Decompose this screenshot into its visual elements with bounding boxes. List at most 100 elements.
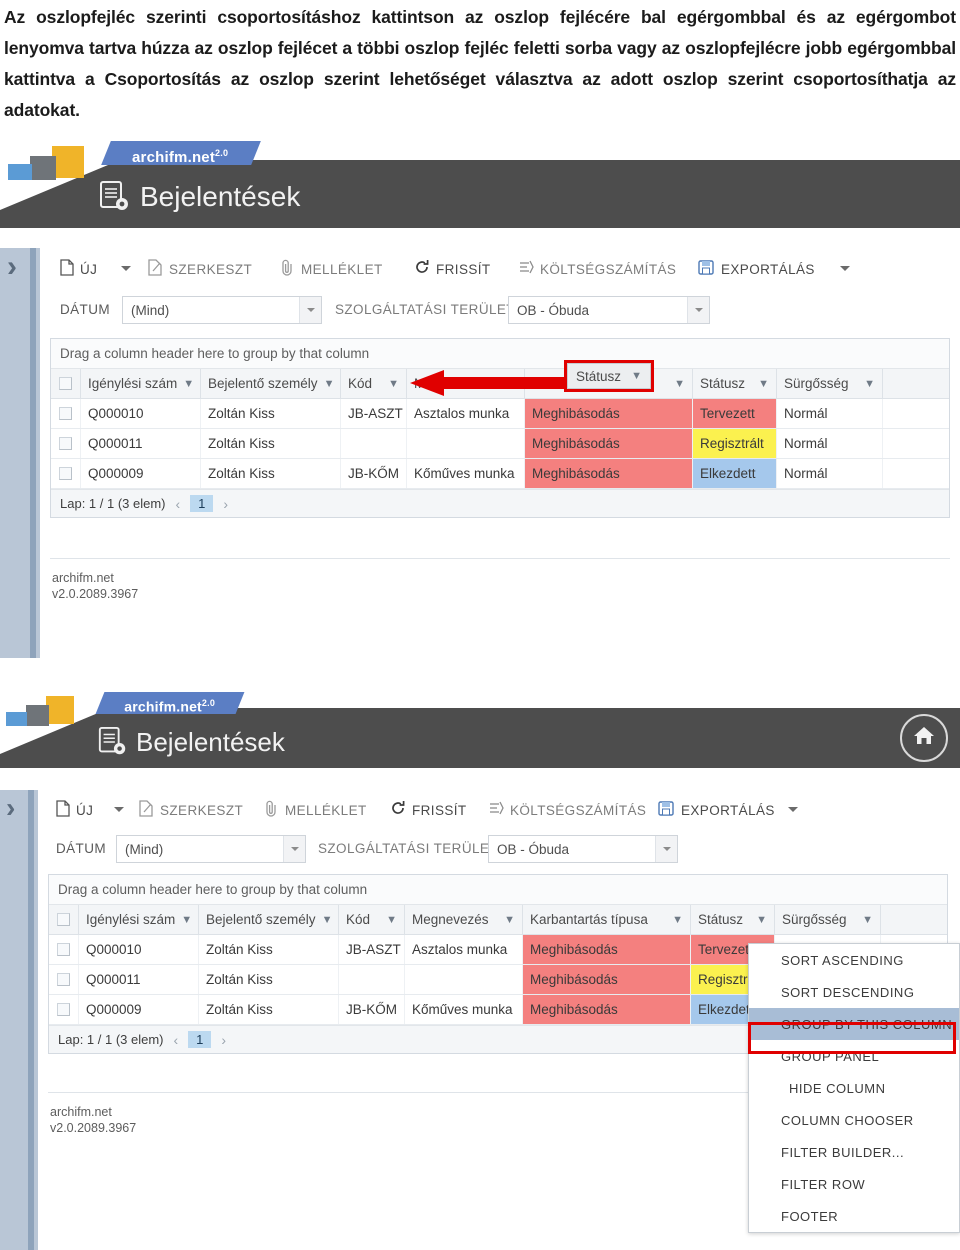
context-menu-item-7[interactable]: FILTER BUILDER... [749,1136,959,1168]
funnel-icon[interactable]: ▼ [758,378,769,390]
new-dropdown-caret[interactable] [121,266,131,271]
table-row[interactable]: Q000009 Zoltán Kiss JB-KŐM Kőműves munka Meg… [51,459,949,489]
calculate-icon [488,800,504,820]
column-header-label: Státusz [698,912,744,927]
toolbar-export-button[interactable]: EXPORTÁLÁS [698,259,815,279]
toolbar-attachment-button[interactable]: MELLÉKLET [264,800,367,820]
group-panel-2[interactable]: Drag a column header here to group by th… [49,875,947,905]
refresh-icon [390,800,406,820]
funnel-icon[interactable]: ▼ [386,914,397,926]
funnel-icon[interactable]: ▼ [756,914,767,926]
chevron-right-icon[interactable]: › [6,794,15,822]
toolbar-attachment-button[interactable]: MELLÉKLET [280,259,383,279]
funnel-icon[interactable]: ▼ [674,378,685,390]
column-context-menu[interactable]: SORT ASCENDING SORT DESCENDING GROUP BY TH… [748,943,960,1233]
column-header-1[interactable]: Igénylési szám ▼ [79,905,199,934]
column-header-6[interactable]: Státusz ▼ [693,369,777,398]
funnel-icon[interactable]: ▼ [631,370,642,382]
funnel-icon[interactable]: ▼ [324,378,335,390]
footer-line-2: v2.0.2089.3967 [50,1121,137,1135]
chevron-down-icon[interactable] [299,297,321,323]
toolbar-cost-button[interactable]: KÖLTSÉGSZÁMÍTÁS [518,259,676,279]
chevron-down-icon[interactable] [687,297,709,323]
table-cell-reporter: Zoltán Kiss [201,399,341,428]
chevron-down-icon[interactable] [655,836,677,862]
column-header-7[interactable]: Sürgősség ▼ [777,369,883,398]
column-header-7[interactable]: Sürgősség ▼ [775,905,881,934]
area-filter-label: SZOLGÁLTATÁSI TERÜLET [318,841,498,856]
area-filter-select[interactable]: OB - Óbuda [488,835,678,863]
chevron-down-icon [114,807,124,812]
area-filter-label: SZOLGÁLTATÁSI TERÜLET [335,302,515,317]
column-header-4[interactable]: Megnevezés ▼ [405,905,523,934]
row-checkbox[interactable] [51,399,81,428]
table-cell-reporter: Zoltán Kiss [201,429,341,458]
column-header-3[interactable]: Kód ▼ [339,905,405,934]
funnel-icon[interactable]: ▼ [181,914,192,926]
row-checkbox[interactable] [51,429,81,458]
export-dropdown-caret[interactable] [840,266,850,271]
toolbar-refresh-button[interactable]: FRISSÍT [414,259,491,279]
column-header-5[interactable]: Karbantartás típusa ▼ [523,905,691,934]
column-header-label: Kód [348,376,373,391]
context-menu-item-1[interactable]: SORT ASCENDING [749,944,959,976]
funnel-icon[interactable]: ▼ [322,914,333,926]
column-header-3[interactable]: Kód ▼ [341,369,407,398]
chevron-down-icon [121,266,131,271]
context-menu-item-2[interactable]: SORT DESCENDING [749,976,959,1008]
toolbar-cost-button[interactable]: KÖLTSÉGSZÁMÍTÁS [488,800,646,820]
funnel-icon[interactable]: ▼ [862,914,873,926]
pager-prev-button[interactable]: ‹ [174,1032,179,1048]
home-button[interactable] [900,714,948,762]
toolbar-edit-button[interactable]: SZERKESZT [139,800,243,820]
date-filter-select[interactable]: (Mind) [116,835,306,863]
brand-version: 2.0 [201,698,215,708]
pager-page-1[interactable]: 1 [190,495,214,512]
table-row[interactable]: Q000011 Zoltán Kiss Meghibásodás Regisztrál… [51,429,949,459]
export-icon [698,259,715,279]
column-header-1[interactable]: Igénylési szám ▼ [81,369,201,398]
row-checkbox[interactable] [49,995,79,1024]
select-all-checkbox[interactable] [51,369,81,398]
pager-next-button[interactable]: › [223,496,228,512]
new-dropdown-caret[interactable] [114,807,124,812]
funnel-icon[interactable]: ▼ [672,914,683,926]
chevron-right-icon[interactable]: › [7,252,17,282]
funnel-icon[interactable]: ▼ [504,914,515,926]
status-drag-chip[interactable]: Státusz ▼ [567,363,651,389]
edit-icon [139,800,154,820]
app-header-1: archifm.net2.0 Bejelentések [0,138,960,228]
context-menu-item-5[interactable]: HIDE COLUMN [749,1072,959,1104]
toolbar-new-button[interactable]: ÚJ [60,259,97,279]
column-header-2[interactable]: Bejelentő személy ▼ [201,369,341,398]
footer-version: archifm.net v2.0.2089.3967 [50,1104,136,1136]
row-checkbox[interactable] [49,965,79,994]
pager-next-button[interactable]: › [221,1032,226,1048]
export-dropdown-caret[interactable] [788,807,798,812]
row-checkbox[interactable] [49,935,79,964]
context-menu-item-9[interactable]: FOOTER [749,1200,959,1232]
date-filter-select[interactable]: (Mind) [122,296,322,324]
pager-page-1[interactable]: 1 [188,1031,212,1048]
funnel-icon[interactable]: ▼ [183,378,194,390]
funnel-icon[interactable]: ▼ [864,378,875,390]
table-row[interactable]: Q000010 Zoltán Kiss JB-ASZT Asztalos munka M… [51,399,949,429]
column-header-2[interactable]: Bejelentő személy ▼ [199,905,339,934]
toolbar-edit-button[interactable]: SZERKESZT [148,259,252,279]
toolbar-new-button[interactable]: ÚJ [56,800,93,820]
table-cell-urgency: Normál [777,459,883,488]
group-panel-1[interactable]: Drag a column header here to group by th… [51,339,949,369]
context-menu-item-8[interactable]: FILTER ROW [749,1168,959,1200]
select-all-checkbox[interactable] [49,905,79,934]
row-checkbox[interactable] [51,459,81,488]
area-filter-select[interactable]: OB - Óbuda [508,296,710,324]
pager-prev-button[interactable]: ‹ [176,496,181,512]
context-menu-item-6[interactable]: COLUMN CHOOSER [749,1104,959,1136]
logo-square-yellow [52,146,84,178]
column-header-6[interactable]: Státusz ▼ [691,905,775,934]
toolbar-refresh-button[interactable]: FRISSÍT [390,800,467,820]
funnel-icon[interactable]: ▼ [388,378,399,390]
toolbar-export-button[interactable]: EXPORTÁLÁS [658,800,775,820]
column-header-label: Igénylési szám [86,912,176,927]
chevron-down-icon[interactable] [283,836,305,862]
